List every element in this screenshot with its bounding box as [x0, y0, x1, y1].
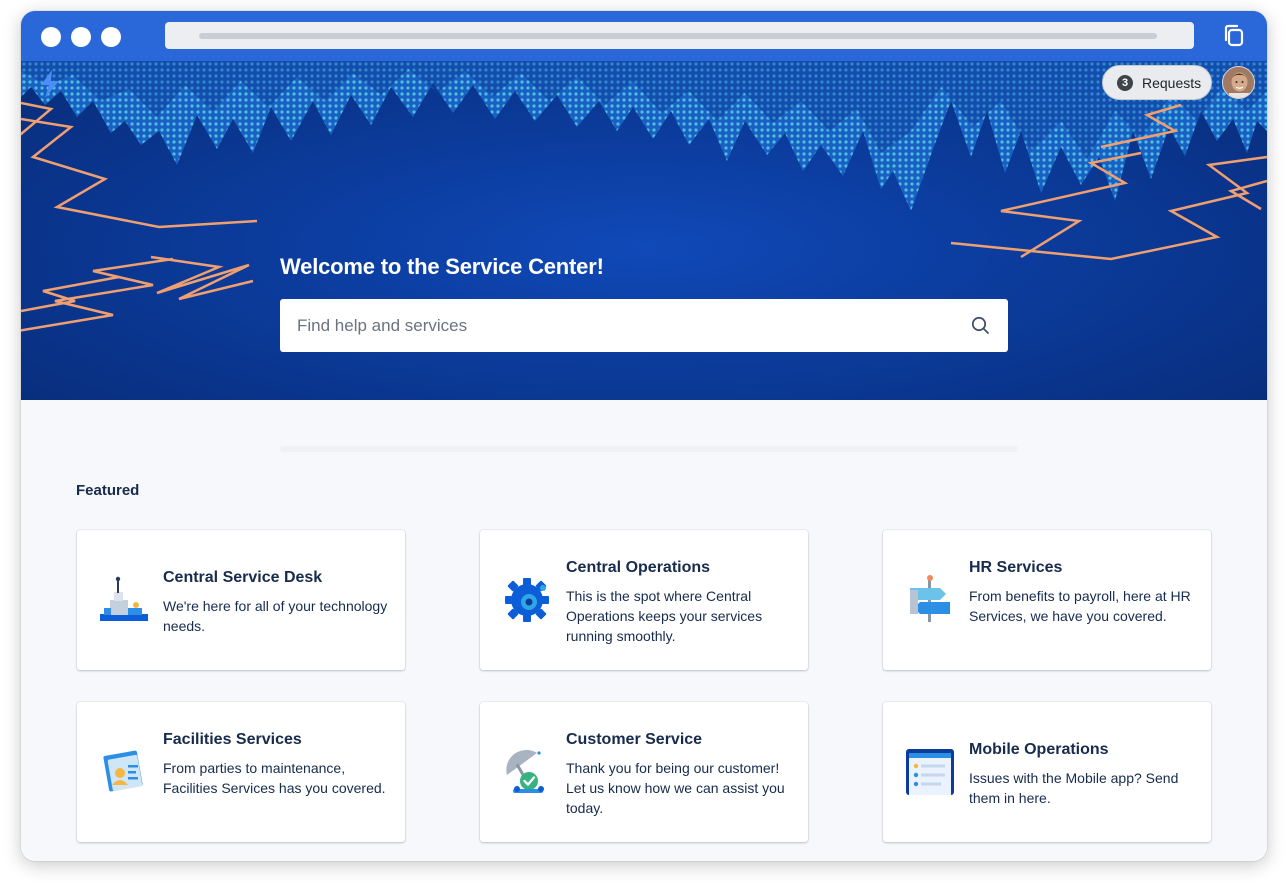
- card-title: Mobile Operations: [969, 741, 1109, 758]
- browser-titlebar: [21, 11, 1267, 61]
- search-input[interactable]: [280, 299, 957, 352]
- card-title: Facilities Services: [163, 731, 302, 748]
- portal-card-central-service-desk[interactable]: Central Service Desk We're here for all …: [77, 530, 405, 670]
- card-description: This is the spot where Central Operation…: [566, 588, 763, 644]
- search-box[interactable]: [280, 299, 1008, 352]
- card-description: From benefits to payroll, here at HR Ser…: [969, 588, 1191, 624]
- portal-card-central-operations[interactable]: Central Operations This is the spot wher…: [480, 530, 808, 670]
- featured-heading: Featured: [76, 482, 140, 499]
- portal-card-mobile-operations[interactable]: Mobile Operations Issues with the Mobile…: [883, 702, 1211, 842]
- card-title: HR Services: [969, 559, 1063, 576]
- requests-count-badge: 3: [1117, 74, 1133, 91]
- mobile-app-illustration-icon: [906, 749, 954, 795]
- address-bar-placeholder: [199, 33, 1157, 39]
- browser-window: 3 Requests Welcome to the Service Center…: [21, 11, 1267, 861]
- card-title: Central Operations: [566, 559, 711, 576]
- main-content: Featured Central Service Desk We're here…: [21, 400, 1267, 861]
- hr-signpost-illustration-icon: [910, 575, 950, 622]
- portal-card-hr-services[interactable]: HR Services From benefits to payroll, he…: [883, 530, 1211, 670]
- card-title: Customer Service: [566, 731, 703, 748]
- search-icon[interactable]: [970, 315, 991, 336]
- satellite-check-illustration-icon: [506, 749, 544, 793]
- card-description: We're here for all of your technology ne…: [163, 598, 388, 634]
- card-description: Issues with the Mobile app? Send them in…: [969, 770, 1179, 806]
- portal-card-facilities-services[interactable]: Facilities Services From parties to main…: [77, 702, 405, 842]
- user-avatar[interactable]: [1222, 66, 1255, 99]
- card-description: From parties to maintenance, Facilities …: [163, 760, 386, 796]
- id-card-illustration-icon: [103, 750, 143, 792]
- divider: [280, 446, 1018, 452]
- portal-card-customer-service[interactable]: Customer Service Thank you for being our…: [480, 702, 808, 842]
- window-close-button[interactable]: [41, 27, 61, 47]
- card-title: Central Service Desk: [163, 569, 323, 586]
- hero-title: Welcome to the Service Center!: [280, 254, 604, 279]
- lightning-logo-icon[interactable]: [38, 69, 62, 99]
- card-description: Thank you for being our customer! Let us…: [566, 760, 785, 816]
- requests-button[interactable]: 3 Requests: [1102, 65, 1212, 100]
- copy-icon[interactable]: [1220, 22, 1248, 50]
- requests-label: Requests: [1142, 74, 1202, 91]
- window-minimize-button[interactable]: [71, 27, 91, 47]
- hero-banner: 3 Requests Welcome to the Service Center…: [21, 61, 1267, 400]
- address-bar[interactable]: [165, 22, 1194, 49]
- window-maximize-button[interactable]: [101, 27, 121, 47]
- gear-illustration-icon: [505, 578, 549, 622]
- mountain-flag-illustration-icon: [100, 576, 148, 621]
